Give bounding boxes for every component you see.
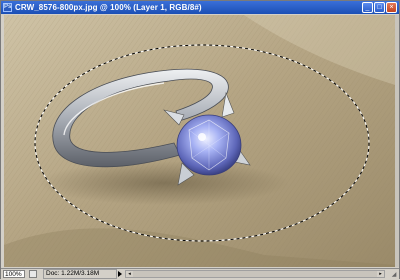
close-button[interactable]: × (386, 2, 397, 13)
scroll-right-icon[interactable]: ▸ (377, 271, 384, 277)
horizontal-scrollbar[interactable]: ◂ ▸ (125, 270, 385, 278)
vertical-scrollbar[interactable] (395, 15, 399, 267)
resize-grip-icon[interactable]: ◢ (390, 271, 398, 279)
status-menu-arrow-icon[interactable] (118, 271, 122, 277)
minimize-button[interactable]: _ (362, 2, 373, 13)
zoom-field[interactable]: 100% (3, 270, 25, 278)
document-window: Ps CRW_8576-800px.jpg @ 100% (Layer 1, R… (0, 0, 400, 280)
document-info: Doc: 1.22M/3.18M (43, 269, 117, 279)
window-controls: _ □ × (362, 2, 397, 13)
title-bar[interactable]: Ps CRW_8576-800px.jpg @ 100% (Layer 1, R… (1, 1, 399, 14)
maximize-button[interactable]: □ (374, 2, 385, 13)
photoshop-document-icon[interactable]: Ps (3, 3, 12, 12)
image-canvas[interactable] (4, 15, 395, 267)
scroll-left-icon[interactable]: ◂ (126, 271, 133, 277)
photo-image (4, 15, 395, 267)
window-title: CRW_8576-800px.jpg @ 100% (Layer 1, RGB/… (15, 3, 202, 12)
status-bar: 100% Doc: 1.22M/3.18M ◂ ▸ ◢ (1, 268, 399, 280)
navigator-icon[interactable] (29, 270, 37, 278)
